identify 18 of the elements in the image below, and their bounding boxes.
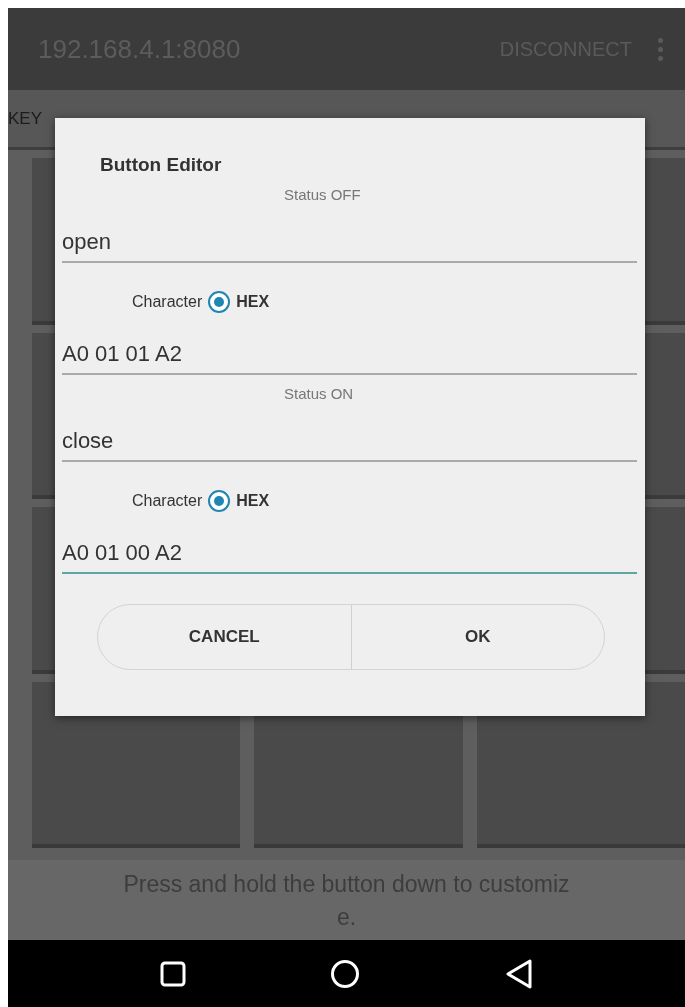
back-icon[interactable] xyxy=(504,958,533,989)
dialog-title: Button Editor xyxy=(100,154,222,176)
home-icon[interactable] xyxy=(330,958,361,989)
text-field[interactable]: A0 01 01 A2 xyxy=(62,337,637,375)
status-heading: Status ON xyxy=(284,385,354,402)
text-field[interactable]: A0 01 00 A2 xyxy=(62,536,637,574)
radio-label[interactable]: Character xyxy=(132,492,203,510)
radio-button[interactable] xyxy=(208,291,231,313)
radio-label[interactable]: HEX xyxy=(236,492,270,510)
text-field[interactable]: open xyxy=(62,225,637,263)
radio-label[interactable]: Character xyxy=(132,293,203,311)
dialog-button[interactable]: OK xyxy=(350,605,604,669)
text-field[interactable]: close xyxy=(62,424,637,462)
radio-label[interactable]: HEX xyxy=(236,293,270,311)
radio-button[interactable] xyxy=(208,490,231,512)
status-heading: Status OFF xyxy=(284,186,361,203)
dialog-button[interactable]: CANCEL xyxy=(98,605,351,669)
recents-icon[interactable] xyxy=(160,960,187,987)
